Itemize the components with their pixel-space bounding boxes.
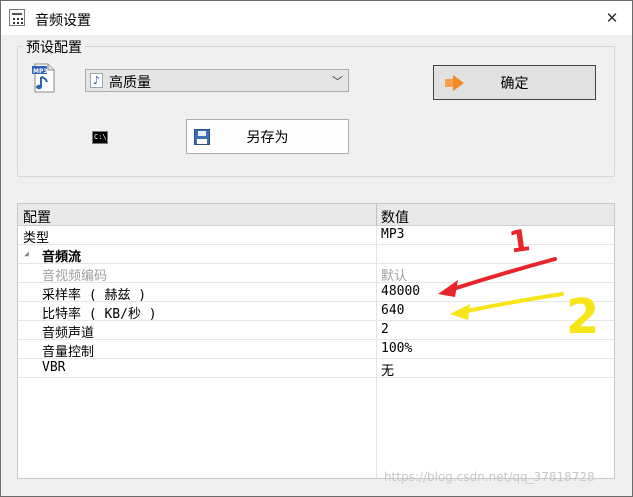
annotation-number-2: 2 [566, 289, 599, 345]
annotation-red-arrow [438, 257, 557, 297]
annotation-yellow-arrow [450, 292, 564, 320]
annotation-number-1: 1 [507, 223, 533, 261]
watermark: https://blog.csdn.net/qq_37818728 [384, 470, 595, 484]
annotation-overlay: 1 2 [438, 223, 599, 345]
